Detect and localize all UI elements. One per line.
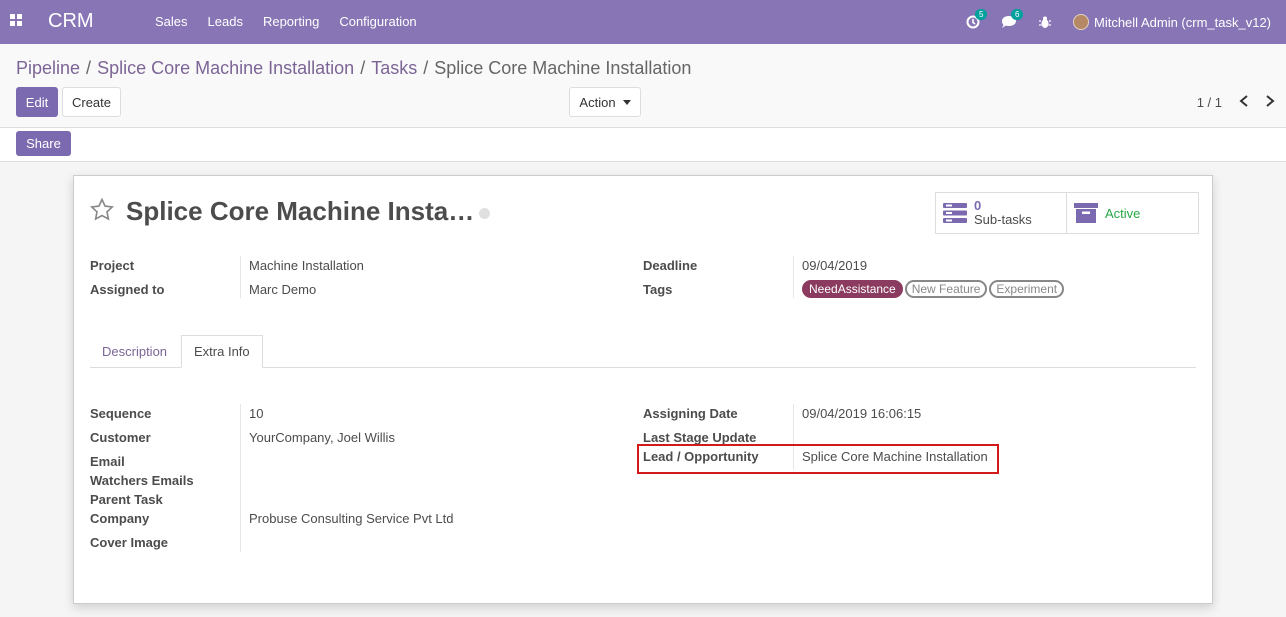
user-menu[interactable]: Mitchell Admin (crm_task_v12) [1073,14,1271,30]
subtasks-button[interactable]: 0 Sub-tasks [936,193,1067,233]
menu-sales[interactable]: Sales [155,14,188,29]
share-button[interactable]: Share [16,131,71,156]
tasks-icon [943,203,967,223]
tags-field[interactable]: NeedAssistance New Feature Experiment [802,280,1066,298]
breadcrumb: Pipeline / Splice Core Machine Installatio… [16,58,692,78]
active-label: Active [1105,205,1141,221]
sequence-label: Sequence [90,406,152,421]
notebook-tabs: Description Extra Info [90,335,1196,368]
company-label: Company [90,511,150,526]
highlight-box [637,444,999,474]
pager-previous-icon[interactable] [1237,93,1251,109]
last-stage-update-label: Last Stage Update [643,430,757,445]
pager-next-icon[interactable] [1263,93,1277,109]
assigned-to-field[interactable]: Marc Demo [249,282,316,297]
active-toggle-button[interactable]: Active [1067,193,1198,233]
cover-image-label: Cover Image [90,535,169,550]
field-divider [240,404,241,552]
sequence-field[interactable]: 10 [249,406,263,421]
deadline-field[interactable]: 09/04/2019 [802,258,867,273]
deadline-label: Deadline [643,258,698,273]
kanban-state-indicator[interactable] [479,208,490,219]
tab-description[interactable]: Description [90,335,179,368]
tag-experiment[interactable]: Experiment [989,280,1065,298]
customer-label: Customer [90,430,151,445]
breadcrumb-pipeline[interactable]: Pipeline [16,58,80,78]
watchers-emails-label: Watchers Emails [90,473,194,488]
main-menu: Sales Leads Reporting Configuration [155,14,417,29]
subtasks-label: Sub-tasks [974,212,1032,227]
form-statusbar: Share [0,128,1286,162]
message-count-badge: 6 [1011,9,1024,20]
menu-reporting[interactable]: Reporting [263,14,319,29]
messages-icon[interactable]: 6 [1001,9,1024,30]
create-button[interactable]: Create [62,87,121,117]
tag-new-feature[interactable]: New Feature [904,280,988,298]
assigned-to-label: Assigned to [90,282,165,297]
subtasks-count: 0 [974,198,982,213]
tab-extra-info[interactable]: Extra Info [181,335,263,368]
action-dropdown[interactable]: Action [569,87,641,117]
activity-icon[interactable]: 5 [965,9,988,30]
project-field[interactable]: Machine Installation [249,258,364,273]
field-divider [240,256,241,298]
caret-down-icon [622,99,631,105]
user-name: Mitchell Admin (crm_task_v12) [1094,14,1271,30]
action-label: Action [579,94,616,110]
breadcrumb-current: Splice Core Machine Installation [434,58,692,78]
tags-label: Tags [643,282,673,297]
form-sheet: Splice Core Machine Insta… 0 Sub-tasks A… [73,175,1213,604]
top-navbar: CRM Sales Leads Reporting Configuration … [0,0,1286,44]
breadcrumb-opportunity[interactable]: Splice Core Machine Installation [97,58,354,78]
avatar [1073,14,1089,30]
smart-buttons: 0 Sub-tasks Active [935,192,1199,234]
parent-task-label: Parent Task [90,492,163,507]
field-divider [793,256,794,298]
star-icon[interactable] [90,198,114,221]
bug-icon[interactable] [1037,14,1053,30]
apps-menu-icon[interactable] [10,14,24,28]
menu-leads[interactable]: Leads [208,14,243,29]
project-label: Project [90,258,135,273]
app-brand[interactable]: CRM [48,10,94,33]
activity-count-badge: 5 [975,9,988,20]
archive-icon [1074,203,1098,223]
pager-value[interactable]: 1 / 1 [1197,95,1222,110]
tag-need-assistance[interactable]: NeedAssistance [802,280,903,298]
company-field[interactable]: Probuse Consulting Service Pvt Ltd [249,511,454,526]
task-title[interactable]: Splice Core Machine Insta… [126,196,474,227]
breadcrumb-tasks[interactable]: Tasks [371,58,417,78]
customer-field[interactable]: YourCompany, Joel Willis [249,430,395,445]
assigning-date-label: Assigning Date [643,406,738,421]
edit-button[interactable]: Edit [16,87,58,117]
menu-configuration[interactable]: Configuration [339,14,416,29]
assigning-date-field[interactable]: 09/04/2019 16:06:15 [802,406,921,421]
email-label: Email [90,454,125,469]
systray: 5 6 Mitchell Admin (crm_task_v12) [965,0,1286,44]
